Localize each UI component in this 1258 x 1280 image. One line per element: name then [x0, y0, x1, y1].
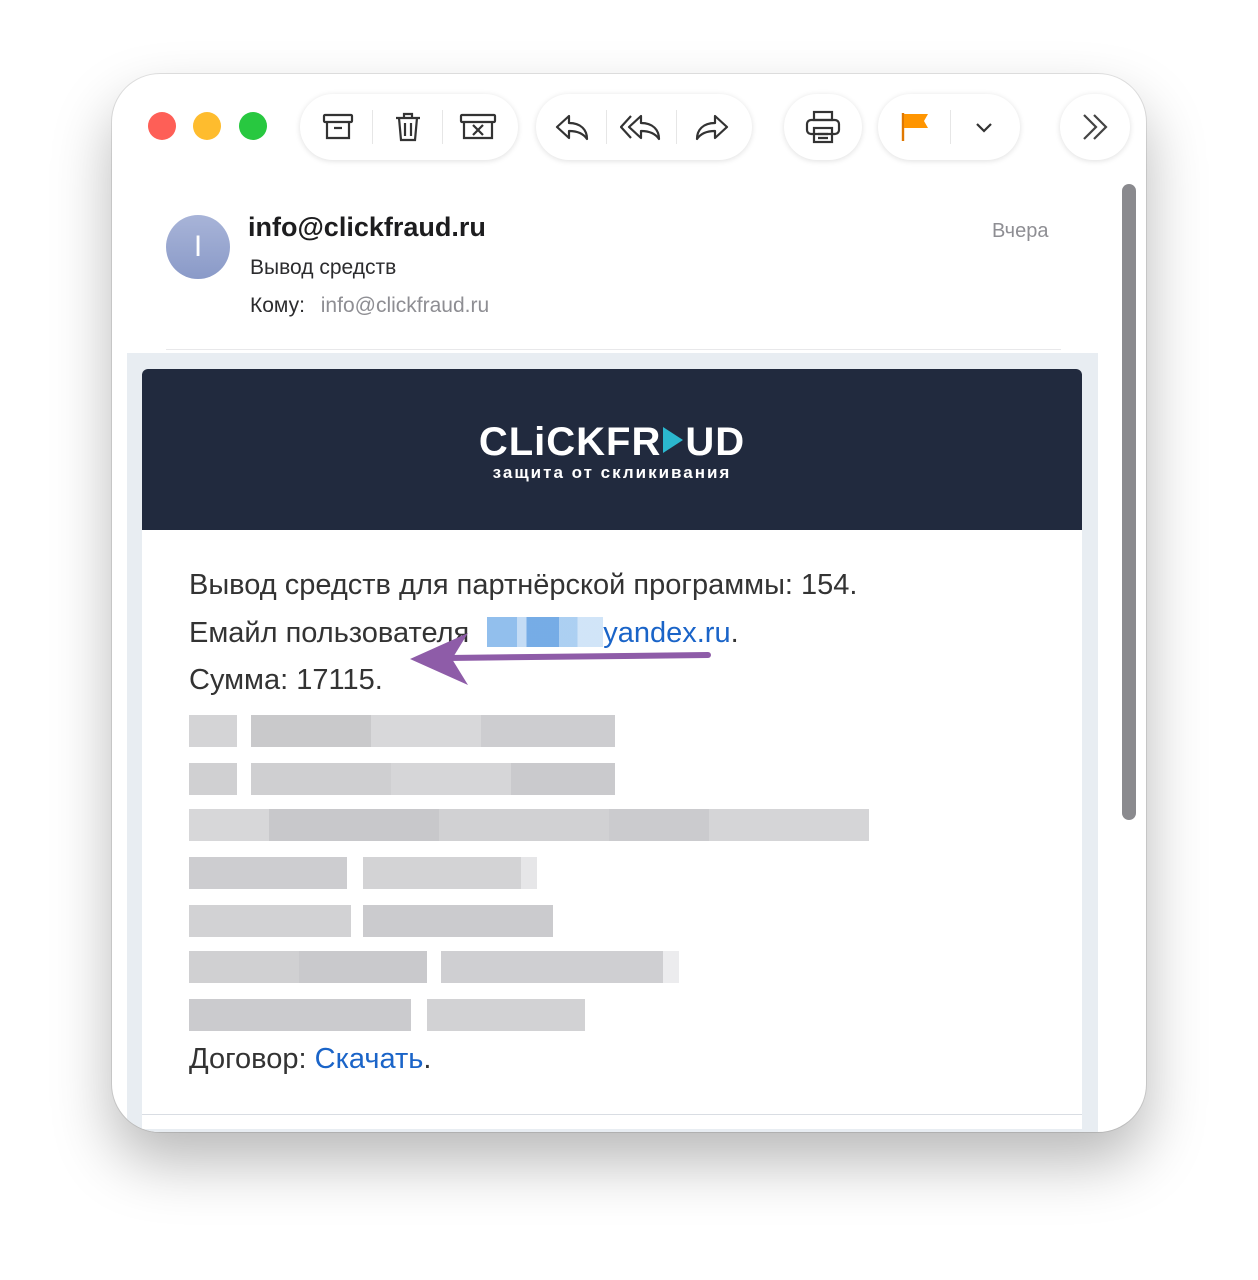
chevron-double-right-icon: [1083, 114, 1108, 140]
delete-button[interactable]: [378, 94, 438, 160]
redacted-row: [189, 951, 679, 983]
flag-button[interactable]: [886, 94, 946, 160]
archive-button[interactable]: [308, 94, 368, 160]
more-toolbar-button[interactable]: [1065, 94, 1125, 160]
amount-line: Сумма: 17115.: [189, 664, 383, 696]
contract-line: Договор: Скачать.: [189, 1043, 431, 1076]
reply-all-icon: [620, 114, 661, 141]
flag-icon: [901, 113, 928, 141]
redacted-row: [189, 715, 615, 747]
minimize-window-button[interactable]: [193, 112, 221, 140]
logo-text-left: CLiCKFR: [478, 420, 662, 464]
toolbar-print-group: [784, 94, 862, 160]
play-icon: [663, 427, 684, 453]
contract-label: Договор:: [189, 1043, 307, 1075]
reply-all-button[interactable]: [612, 94, 672, 160]
junk-icon: [459, 113, 497, 140]
redacted-row: [189, 809, 869, 841]
toolbar-flag-group: [878, 94, 1020, 160]
avatar-initial: I: [193, 230, 203, 263]
print-icon: [805, 110, 841, 144]
trash-icon: [396, 112, 420, 142]
forward-icon: [695, 114, 729, 141]
email-body-frame: CLiCKFR UD защита от скликивания Вывод ср…: [127, 353, 1098, 1132]
to-label: Кому:: [250, 294, 305, 317]
zoom-window-button[interactable]: [239, 112, 267, 140]
user-email-period: .: [730, 617, 739, 649]
withdrawal-line: Вывод средств для партнёрской программы:…: [189, 569, 858, 601]
message-subject: Вывод средств: [250, 256, 397, 279]
archive-icon: [322, 113, 354, 140]
sender-address[interactable]: info@clickfraud.ru: [248, 212, 486, 243]
print-button[interactable]: [793, 94, 853, 160]
junk-button[interactable]: [448, 94, 508, 160]
redacted-row: [189, 905, 553, 937]
sender-avatar: I: [166, 215, 230, 279]
header-divider: [166, 349, 1061, 350]
recipient-row: Кому: info@clickfraud.ru: [250, 294, 489, 318]
scrollbar-thumb[interactable]: [1122, 184, 1136, 820]
logo-text-right: UD: [685, 420, 746, 464]
clickfraud-logo: CLiCKFR UD защита от скликивания: [142, 421, 1082, 483]
chevron-down-icon: [976, 123, 992, 133]
card-divider: [142, 1114, 1082, 1115]
mail-window: I info@clickfraud.ru Вывод средств Кому:…: [112, 74, 1146, 1132]
reply-button[interactable]: [542, 94, 602, 160]
redacted-row: [189, 763, 615, 795]
scrollbar[interactable]: [1118, 182, 1140, 1132]
contract-period: .: [423, 1043, 432, 1075]
forward-button[interactable]: [682, 94, 742, 160]
flag-menu-button[interactable]: [954, 94, 1014, 160]
redacted-row: [189, 857, 537, 889]
message-date: Вчера: [992, 220, 1049, 242]
recipient-address[interactable]: info@clickfraud.ru: [321, 294, 489, 317]
redacted-row: [189, 999, 585, 1031]
email-card: CLiCKFR UD защита от скликивания Вывод ср…: [142, 369, 1082, 1129]
toolbar-more-group: [1060, 94, 1130, 160]
close-window-button[interactable]: [148, 112, 176, 140]
reply-icon: [555, 114, 589, 141]
email-banner: CLiCKFR UD защита от скликивания: [142, 369, 1082, 530]
toolbar-respond-group: [536, 94, 752, 160]
download-contract-link[interactable]: Скачать: [315, 1043, 424, 1075]
toolbar-mailbox-group: [300, 94, 518, 160]
annotation-arrow: [410, 633, 711, 685]
logo-tagline: защита от скликивания: [492, 463, 732, 482]
